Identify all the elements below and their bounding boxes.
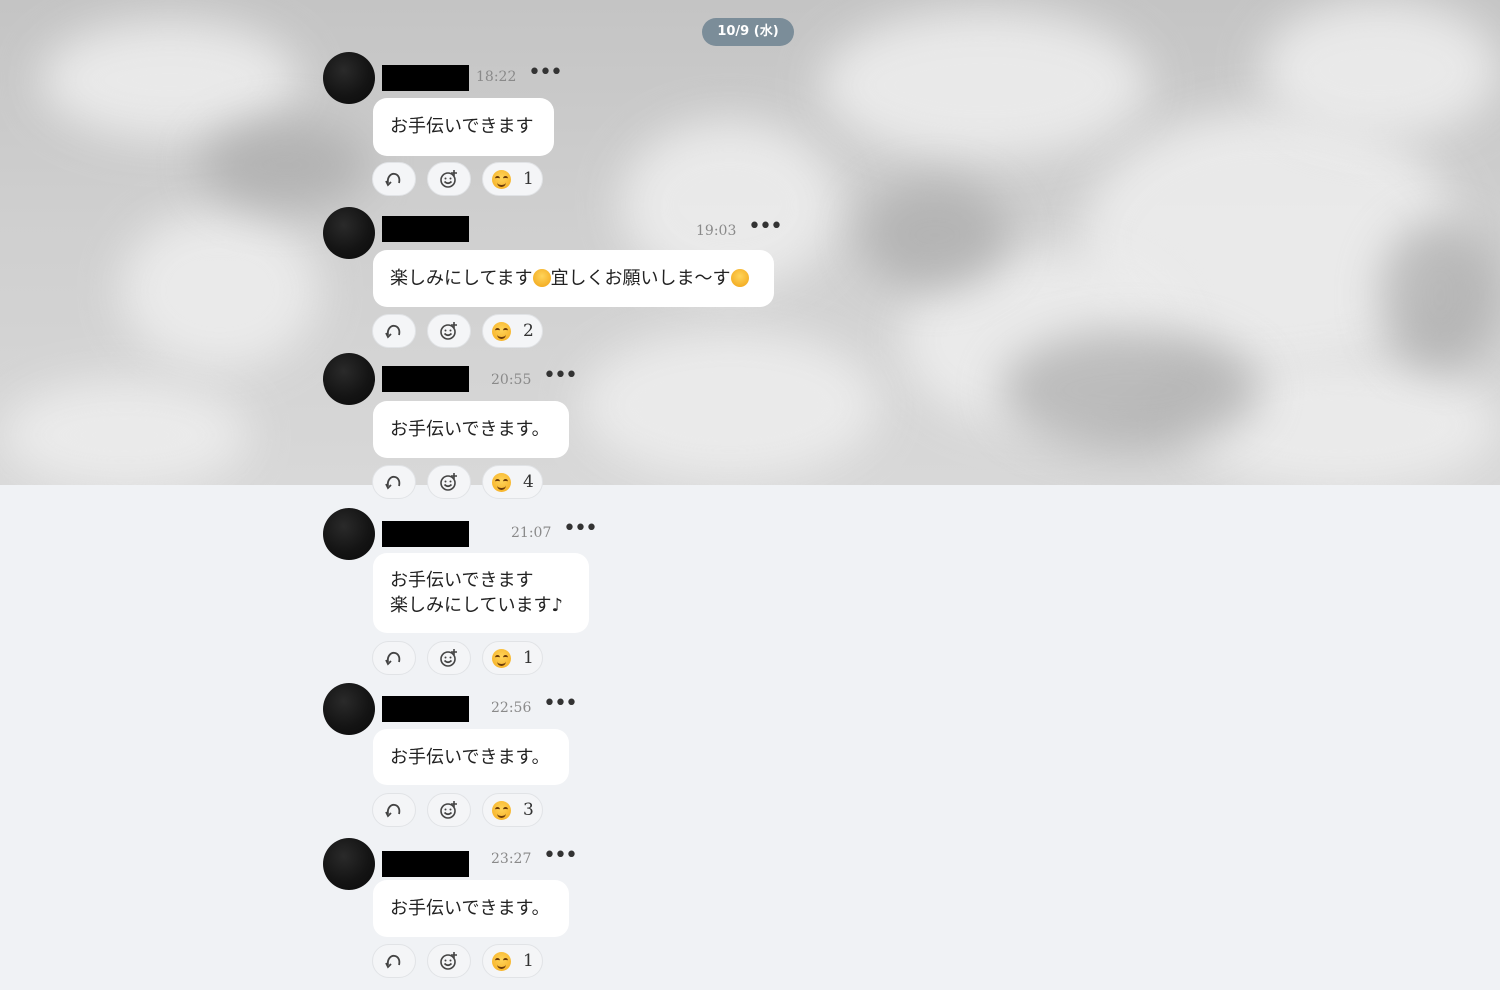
message-timestamp: 22:56 bbox=[491, 700, 532, 716]
reaction-bar: 1 bbox=[372, 162, 543, 196]
reaction-bar: 4 bbox=[372, 465, 543, 499]
add-reaction-icon bbox=[440, 170, 457, 188]
message-bubble: 楽しみにしてます 宜しくお願いしま〜す bbox=[373, 250, 774, 307]
more-options-icon[interactable]: ••• bbox=[543, 365, 578, 387]
more-options-icon[interactable]: ••• bbox=[748, 216, 783, 238]
reply-icon bbox=[385, 172, 401, 187]
reply-button[interactable] bbox=[372, 944, 416, 978]
message-bubble: お手伝いできます。 bbox=[373, 401, 569, 458]
avatar[interactable] bbox=[323, 508, 375, 560]
reaction-count: 1 bbox=[523, 169, 534, 189]
add-reaction-icon bbox=[440, 473, 457, 491]
reaction-count-button[interactable]: 2 bbox=[482, 314, 543, 348]
reply-icon bbox=[385, 475, 401, 490]
date-separator: 10/9 (水) bbox=[702, 18, 794, 46]
reply-button[interactable] bbox=[372, 641, 416, 675]
add-reaction-button[interactable] bbox=[427, 793, 471, 827]
smiling-face-emoji bbox=[492, 169, 511, 189]
message-bubble: お手伝いできます bbox=[373, 98, 554, 156]
add-reaction-icon bbox=[440, 801, 457, 819]
sender-name-redacted bbox=[382, 851, 469, 877]
reply-button[interactable] bbox=[372, 465, 416, 499]
smiling-face-emoji bbox=[492, 648, 511, 668]
reaction-count: 4 bbox=[523, 472, 534, 492]
add-reaction-icon bbox=[440, 952, 457, 970]
reaction-count: 1 bbox=[523, 951, 534, 971]
reaction-count: 3 bbox=[523, 800, 534, 820]
add-reaction-icon bbox=[440, 649, 457, 667]
sender-name-redacted bbox=[382, 216, 469, 242]
avatar[interactable] bbox=[323, 52, 375, 104]
sender-name-redacted bbox=[382, 521, 469, 547]
reply-icon bbox=[385, 324, 401, 339]
reply-icon bbox=[385, 651, 401, 666]
sender-name-redacted bbox=[382, 696, 469, 722]
add-reaction-button[interactable] bbox=[427, 641, 471, 675]
bowing-emoji bbox=[730, 269, 749, 287]
reaction-count: 2 bbox=[523, 321, 534, 341]
sender-name-redacted bbox=[382, 366, 469, 392]
smiling-face-emoji bbox=[492, 472, 511, 492]
reaction-bar: 2 bbox=[372, 314, 543, 348]
more-options-icon[interactable]: ••• bbox=[528, 62, 563, 84]
reply-button[interactable] bbox=[372, 314, 416, 348]
reply-button[interactable] bbox=[372, 162, 416, 196]
sender-name-redacted bbox=[382, 65, 469, 91]
message-timestamp: 19:03 bbox=[696, 223, 737, 239]
reaction-count: 1 bbox=[523, 648, 534, 668]
avatar[interactable] bbox=[323, 353, 375, 405]
message-bubble: お手伝いできます 楽しみにしています♪ bbox=[373, 553, 589, 633]
reply-icon bbox=[385, 954, 401, 969]
message-bubble: お手伝いできます。 bbox=[373, 880, 569, 937]
avatar[interactable] bbox=[323, 683, 375, 735]
more-options-icon[interactable]: ••• bbox=[563, 518, 598, 540]
reply-button[interactable] bbox=[372, 793, 416, 827]
more-options-icon[interactable]: ••• bbox=[543, 693, 578, 715]
smiling-face-emoji bbox=[492, 321, 511, 341]
more-options-icon[interactable]: ••• bbox=[543, 845, 578, 867]
reaction-count-button[interactable]: 1 bbox=[482, 641, 543, 675]
reaction-count-button[interactable]: 1 bbox=[482, 162, 543, 196]
chat-wallpaper bbox=[0, 0, 1500, 485]
message-timestamp: 23:27 bbox=[491, 851, 532, 867]
smiling-face-emoji bbox=[492, 951, 511, 971]
message-bubble: お手伝いできます。 bbox=[373, 729, 569, 785]
add-reaction-button[interactable] bbox=[427, 465, 471, 499]
avatar[interactable] bbox=[323, 838, 375, 890]
message-timestamp: 20:55 bbox=[491, 372, 532, 388]
reaction-bar: 3 bbox=[372, 793, 543, 827]
message-text: 楽しみにしてます bbox=[390, 268, 533, 289]
reply-icon bbox=[385, 803, 401, 818]
add-reaction-icon bbox=[440, 322, 457, 340]
reaction-count-button[interactable]: 4 bbox=[482, 465, 543, 499]
reaction-bar: 1 bbox=[372, 641, 543, 675]
add-reaction-button[interactable] bbox=[427, 944, 471, 978]
message-text-continued: 宜しくお願いしま〜す bbox=[550, 268, 731, 289]
star-struck-emoji bbox=[532, 269, 551, 287]
message-timestamp: 21:07 bbox=[511, 525, 552, 541]
reaction-count-button[interactable]: 1 bbox=[482, 944, 543, 978]
add-reaction-button[interactable] bbox=[427, 162, 471, 196]
reaction-bar: 1 bbox=[372, 944, 543, 978]
smiling-face-emoji bbox=[492, 800, 511, 820]
avatar[interactable] bbox=[323, 207, 375, 259]
reaction-count-button[interactable]: 3 bbox=[482, 793, 543, 827]
message-timestamp: 18:22 bbox=[476, 69, 517, 85]
add-reaction-button[interactable] bbox=[427, 314, 471, 348]
